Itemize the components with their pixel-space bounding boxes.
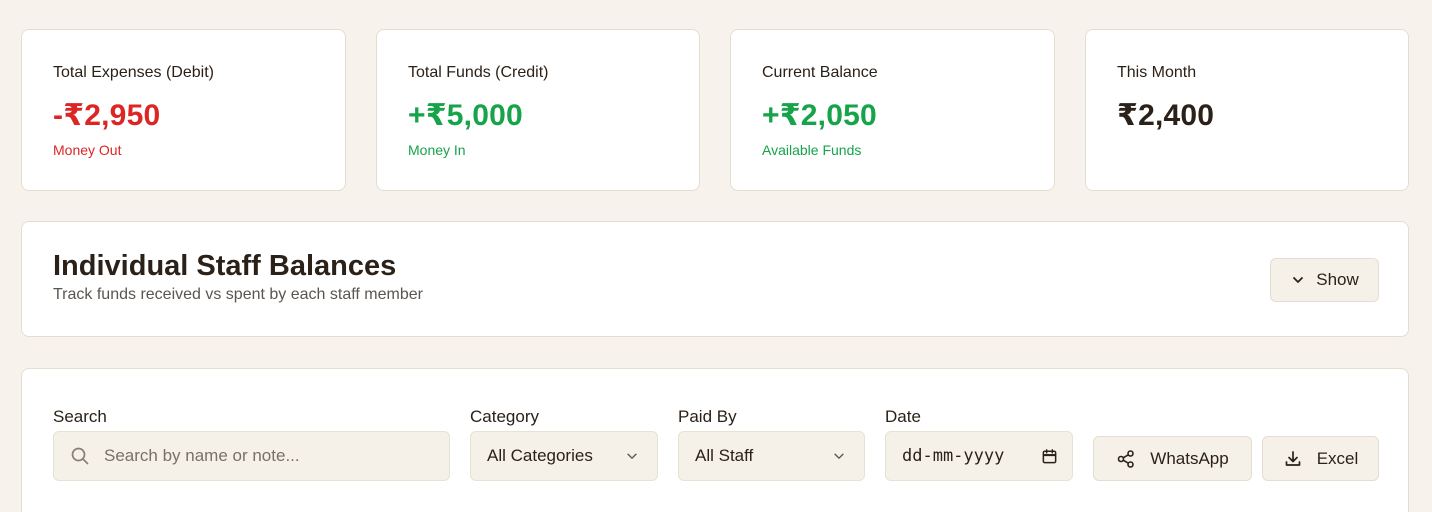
paid-by-select[interactable]: All Staff bbox=[678, 431, 865, 481]
search-label: Search bbox=[53, 407, 107, 426]
calendar-icon[interactable] bbox=[1041, 448, 1058, 465]
stat-value: -₹2,950 bbox=[53, 99, 161, 132]
show-toggle-button[interactable]: Show bbox=[1270, 258, 1379, 302]
stat-card-this-month: This Month ₹2,400 bbox=[1085, 29, 1409, 191]
stat-sub: Available Funds bbox=[762, 142, 862, 158]
filters-card: Search Category All Categories Paid By A… bbox=[21, 368, 1409, 512]
show-label: Show bbox=[1316, 270, 1359, 289]
stat-sub: Money Out bbox=[53, 142, 122, 158]
staff-balances-card: Individual Staff Balances Track funds re… bbox=[21, 221, 1409, 337]
search-icon bbox=[71, 447, 89, 465]
date-value: dd-mm-yyyy bbox=[902, 446, 1005, 466]
excel-label: Excel bbox=[1316, 448, 1359, 468]
stat-card-funds: Total Funds (Credit) +₹5,000 Money In bbox=[376, 29, 700, 191]
stat-label: This Month bbox=[1117, 64, 1197, 81]
stat-card-balance: Current Balance +₹2,050 Available Funds bbox=[730, 29, 1055, 191]
chevron-down-icon bbox=[627, 453, 637, 459]
date-label: Date bbox=[885, 407, 921, 426]
paid-by-label: Paid By bbox=[678, 407, 737, 426]
search-input[interactable] bbox=[104, 446, 449, 466]
chevron-down-icon bbox=[834, 453, 844, 459]
excel-export-button[interactable]: Excel bbox=[1262, 436, 1379, 481]
category-label: Category bbox=[470, 407, 539, 426]
paid-by-value: All Staff bbox=[695, 446, 754, 465]
stat-card-expenses: Total Expenses (Debit) -₹2,950 Money Out bbox=[21, 29, 346, 191]
stat-value: ₹2,400 bbox=[1117, 99, 1215, 132]
whatsapp-share-button[interactable]: WhatsApp bbox=[1093, 436, 1252, 481]
date-input[interactable]: dd-mm-yyyy bbox=[885, 431, 1073, 481]
stat-value: +₹5,000 bbox=[408, 99, 523, 132]
share-icon bbox=[1117, 449, 1135, 468]
stat-label: Current Balance bbox=[762, 64, 878, 81]
whatsapp-label: WhatsApp bbox=[1150, 448, 1229, 468]
category-select[interactable]: All Categories bbox=[470, 431, 658, 481]
section-subtitle: Track funds received vs spent by each st… bbox=[53, 286, 423, 303]
stat-value: +₹2,050 bbox=[762, 99, 877, 132]
stat-label: Total Expenses (Debit) bbox=[53, 64, 214, 81]
category-value: All Categories bbox=[487, 446, 593, 465]
download-icon bbox=[1285, 450, 1301, 466]
chevron-down-icon bbox=[1293, 277, 1304, 283]
stat-label: Total Funds (Credit) bbox=[408, 64, 549, 81]
stat-sub: Money In bbox=[408, 142, 466, 158]
section-title: Individual Staff Balances bbox=[53, 250, 397, 282]
search-field[interactable] bbox=[53, 431, 450, 481]
